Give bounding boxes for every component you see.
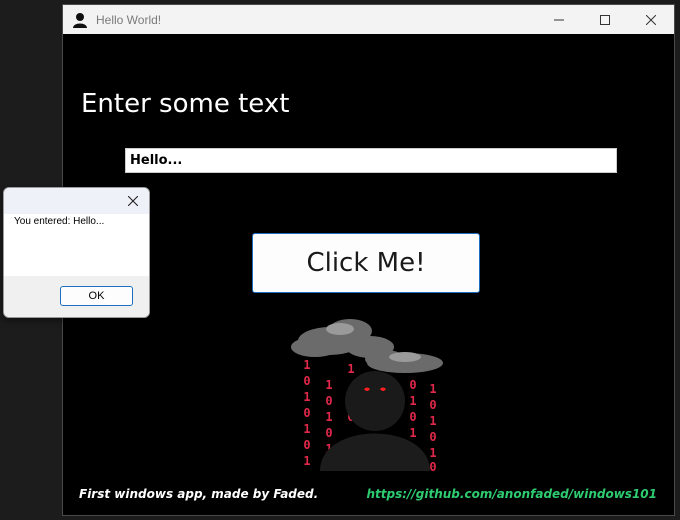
- title-bar[interactable]: Hello World!: [63, 5, 674, 34]
- svg-text:1: 1: [409, 394, 416, 408]
- maximize-button[interactable]: [582, 5, 628, 34]
- page-heading: Enter some text: [81, 89, 290, 119]
- svg-text:0: 0: [303, 406, 310, 420]
- svg-text:1: 1: [429, 382, 436, 396]
- hooded-figure-binary-rain-image: 1010101 10101 10 1 01010 101010 1: [291, 319, 443, 471]
- svg-text:1: 1: [409, 426, 416, 440]
- dialog-footer: OK: [4, 276, 149, 317]
- svg-text:1: 1: [303, 358, 310, 372]
- dialog-close-button[interactable]: [117, 188, 149, 214]
- svg-text:0: 0: [325, 394, 332, 408]
- svg-text:0: 0: [303, 374, 310, 388]
- svg-text:0: 0: [429, 430, 436, 444]
- minimize-button[interactable]: [536, 5, 582, 34]
- svg-text:1: 1: [303, 390, 310, 404]
- svg-text:0: 0: [303, 438, 310, 452]
- close-icon: [646, 14, 656, 25]
- svg-text:1: 1: [303, 422, 310, 436]
- click-me-button[interactable]: Click Me!: [252, 233, 480, 293]
- svg-text:0: 0: [409, 410, 416, 424]
- svg-text:1: 1: [429, 414, 436, 428]
- minimize-icon: [554, 19, 564, 20]
- user-silhouette-icon: [72, 12, 88, 28]
- svg-text:0: 0: [409, 378, 416, 392]
- maximize-icon: [600, 14, 610, 25]
- svg-text:1: 1: [429, 446, 436, 460]
- svg-text:1: 1: [347, 362, 354, 376]
- dialog-title-bar[interactable]: [4, 188, 149, 214]
- close-icon: [128, 196, 138, 206]
- main-window: Hello World! Enter some text Click Me!: [62, 4, 675, 516]
- svg-text:0: 0: [429, 460, 436, 471]
- svg-text:1: 1: [325, 410, 332, 424]
- svg-text:1: 1: [325, 378, 332, 392]
- window-title: Hello World!: [96, 12, 162, 27]
- svg-text:0: 0: [325, 426, 332, 440]
- caption-buttons: [536, 5, 674, 34]
- svg-text:1: 1: [303, 454, 310, 468]
- message-dialog: You entered: Hello... OK: [3, 187, 150, 318]
- text-input[interactable]: [125, 148, 617, 173]
- dialog-message: You entered: Hello...: [14, 216, 105, 227]
- github-link[interactable]: https://github.com/anonfaded/windows101: [366, 487, 657, 501]
- svg-text:0: 0: [429, 398, 436, 412]
- ok-button[interactable]: OK: [60, 286, 133, 306]
- close-button[interactable]: [628, 5, 674, 34]
- footer-credit: First windows app, made by Faded.: [79, 487, 319, 501]
